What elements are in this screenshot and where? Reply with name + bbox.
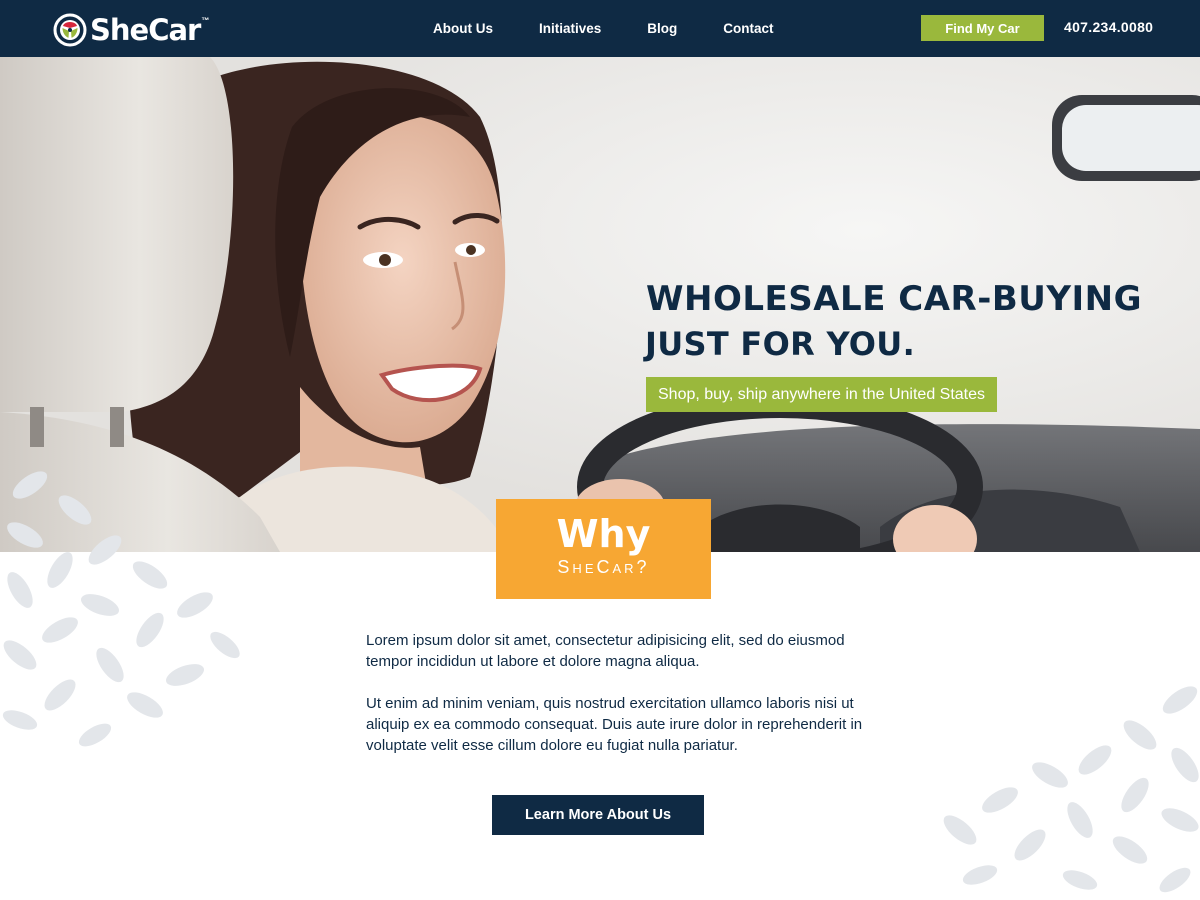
leaf-pattern-left xyxy=(2,471,240,747)
hero-subheadline: JUST FOR YOU. xyxy=(645,325,916,363)
about-section: Lorem ipsum dolor sit amet, consectetur … xyxy=(366,630,876,777)
nav-link-blog[interactable]: Blog xyxy=(647,21,677,36)
why-shecar-badge: Why SheCar? xyxy=(496,499,711,599)
nav-link-initiatives[interactable]: Initiatives xyxy=(539,21,601,36)
about-paragraph-2: Ut enim ad minim veniam, quis nostrud ex… xyxy=(366,695,863,754)
hero-headline: WHOLESALE CAR-BUYING xyxy=(646,279,1142,319)
shecar-logo[interactable]: SheCar ™ xyxy=(53,12,209,48)
phone-number-link[interactable]: 407.234.0080 xyxy=(1064,19,1153,35)
trademark-symbol: ™ xyxy=(201,16,210,25)
find-my-car-button[interactable]: Find My Car xyxy=(921,15,1044,41)
nav-link-about-us[interactable]: About Us xyxy=(433,21,493,36)
nav-link-contact[interactable]: Contact xyxy=(723,21,773,36)
about-paragraph-1: Lorem ipsum dolor sit amet, consectetur … xyxy=(366,632,845,670)
logo-wordmark: SheCar xyxy=(90,13,201,47)
main-menu: About Us Initiatives Blog Contact xyxy=(410,0,797,57)
steering-wheel-icon xyxy=(53,13,87,47)
top-navigation: SheCar ™ About Us Initiatives Blog Conta… xyxy=(0,0,1200,57)
why-title: Why xyxy=(556,512,651,556)
hero-tagline-badge: Shop, buy, ship anywhere in the United S… xyxy=(646,377,998,412)
learn-more-about-us-button[interactable]: Learn More About Us xyxy=(492,795,704,835)
leaf-pattern-right xyxy=(943,686,1199,893)
why-subtitle: SheCar? xyxy=(557,557,650,577)
